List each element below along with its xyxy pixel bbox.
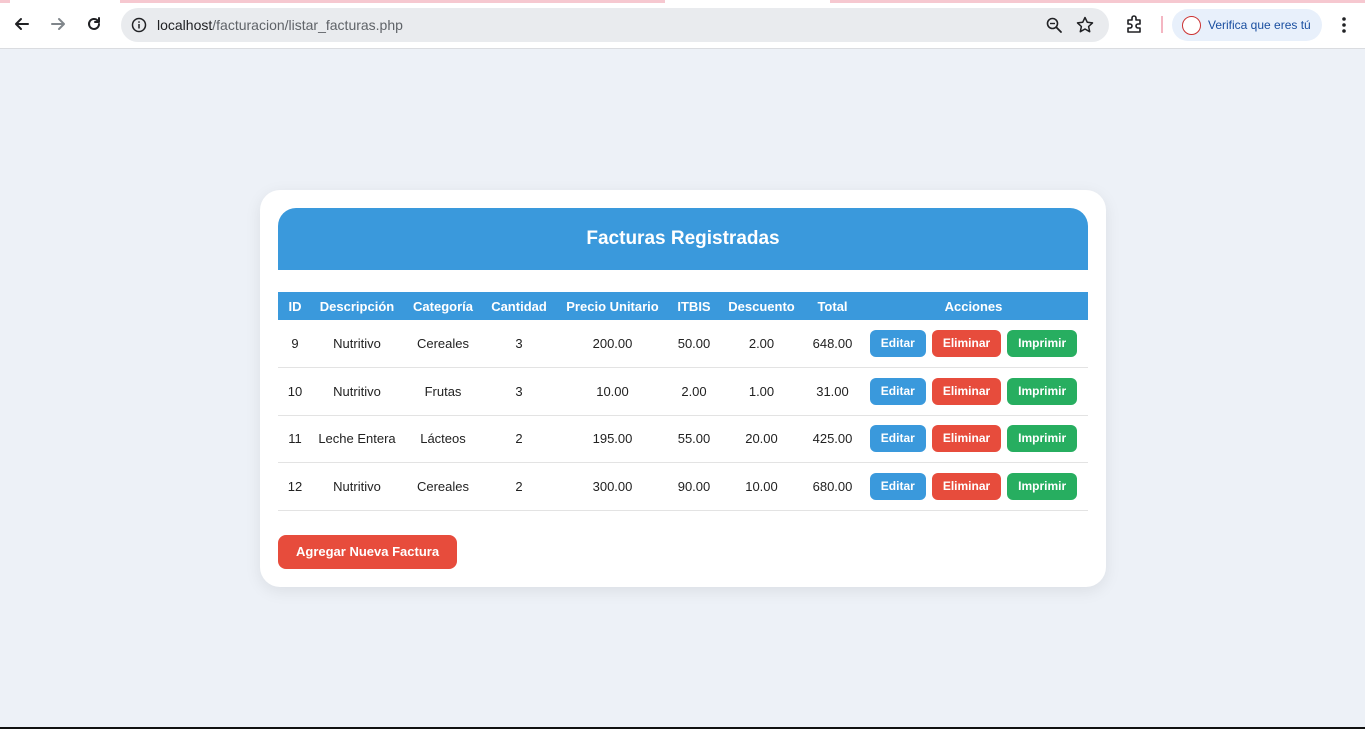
cell-id: 10 <box>287 383 303 399</box>
add-invoice-button[interactable]: Agregar Nueva Factura <box>278 535 458 569</box>
extensions-puzzle-icon[interactable] <box>1124 13 1146 35</box>
back-button[interactable] <box>10 12 34 36</box>
cell-categoria: Frutas <box>424 383 462 399</box>
cell-cantidad: 3 <box>515 383 523 399</box>
reload-button[interactable] <box>82 12 106 36</box>
cell-categoria: Cereales <box>416 336 470 351</box>
edit-button[interactable]: Editar <box>869 472 926 500</box>
cell-categoria: Cereales <box>416 478 470 494</box>
cell-descripcion: Nutritivo <box>333 336 381 351</box>
column-header-id: ID <box>288 298 302 314</box>
column-header-total: Total <box>817 298 848 314</box>
table-header-row: ID Descripción Categoría Cantidad Precio… <box>278 292 1088 320</box>
forward-button[interactable] <box>46 12 70 36</box>
reload-icon <box>88 17 100 30</box>
cell-descripcion: Leche Entera <box>318 431 396 447</box>
delete-button[interactable]: Eliminar <box>931 425 1002 453</box>
delete-button[interactable]: Eliminar <box>931 377 1002 405</box>
tab-strip-hint <box>830 0 1365 3</box>
cell-descripcion: Nutritivo <box>333 478 381 494</box>
browser-toolbar: localhost/facturacion/listar_facturas.ph… <box>0 0 1365 49</box>
cell-cantidad: 2 <box>515 478 523 494</box>
table-row: 10 Nutritivo Frutas 3 10.00 2.00 1.00 31… <box>278 368 1088 416</box>
cell-itbis: 90.00 <box>677 478 711 494</box>
column-header-precio-unitario: Precio Unitario <box>566 298 659 314</box>
profile-chip[interactable]: Verifica que eres tú <box>1172 9 1322 41</box>
profile-avatar-icon <box>1182 16 1201 35</box>
zoom-icon[interactable] <box>1045 16 1063 34</box>
cell-id: 11 <box>288 431 302 447</box>
address-bar[interactable]: localhost/facturacion/listar_facturas.ph… <box>121 8 1109 42</box>
cell-cantidad: 3 <box>515 336 523 351</box>
arrow-left-icon <box>15 18 29 30</box>
cell-precio-unitario: 300.00 <box>592 478 633 494</box>
cell-descuento: 20.00 <box>745 431 778 447</box>
column-header-itbis: ITBIS <box>677 298 711 314</box>
invoices-card: Facturas Registradas ID Descripción Cate… <box>260 190 1106 587</box>
url-path: /facturacion/listar_facturas.php <box>212 17 403 33</box>
cell-actions: Editar Eliminar Imprimir <box>859 415 1088 463</box>
card-header: Facturas Registradas <box>278 208 1088 270</box>
cell-actions: Editar Eliminar Imprimir <box>859 368 1088 416</box>
cell-itbis: 55.00 <box>677 431 711 447</box>
cell-id: 9 <box>291 336 299 351</box>
table-row: 9 Nutritivo Cereales 3 200.00 50.00 2.00… <box>278 320 1088 368</box>
bookmark-star-icon[interactable] <box>1075 15 1095 35</box>
url-text[interactable]: localhost/facturacion/listar_facturas.ph… <box>157 17 403 33</box>
edit-button[interactable]: Editar <box>869 330 926 357</box>
cell-total: 31.00 <box>816 383 849 399</box>
column-header-descuento: Descuento <box>728 298 795 314</box>
profile-label: Verifica que eres tú <box>1208 18 1311 32</box>
print-button[interactable]: Imprimir <box>1007 330 1078 357</box>
cell-itbis: 2.00 <box>681 383 707 399</box>
cell-id: 12 <box>287 478 303 494</box>
cell-descuento: 2.00 <box>748 336 775 351</box>
table-row: 12 Nutritivo Cereales 2 300.00 90.00 10.… <box>278 463 1088 511</box>
more-menu-icon[interactable] <box>1334 14 1354 36</box>
column-header-cantidad: Cantidad <box>491 298 547 314</box>
edit-button[interactable]: Editar <box>869 377 926 405</box>
cell-total: 680.00 <box>812 478 853 494</box>
print-button[interactable]: Imprimir <box>1007 472 1078 500</box>
delete-button[interactable]: Eliminar <box>931 330 1002 357</box>
cell-descuento: 10.00 <box>745 478 778 494</box>
tab-strip-hint <box>0 0 10 3</box>
column-header-categoria: Categoría <box>413 298 473 314</box>
print-button[interactable]: Imprimir <box>1007 377 1078 405</box>
arrow-right-icon <box>51 18 65 30</box>
url-host: localhost <box>157 17 213 33</box>
cell-descuento: 1.00 <box>748 383 775 399</box>
site-info-icon[interactable] <box>129 15 149 35</box>
cell-total: 648.00 <box>812 336 853 351</box>
print-button[interactable]: Imprimir <box>1007 425 1078 453</box>
toolbar-separator <box>1161 16 1163 33</box>
cell-descripcion: Nutritivo <box>333 383 381 399</box>
edit-button[interactable]: Editar <box>869 425 926 453</box>
tab-strip-hint <box>120 0 665 3</box>
cell-total: 425.00 <box>812 431 853 447</box>
cell-actions: Editar Eliminar Imprimir <box>859 320 1088 368</box>
cell-itbis: 50.00 <box>677 336 711 351</box>
table-row: 11 Leche Entera Lácteos 2 195.00 55.00 2… <box>278 415 1088 463</box>
column-header-acciones: Acciones <box>944 298 1003 314</box>
cell-precio-unitario: 10.00 <box>596 383 629 399</box>
cell-actions: Editar Eliminar Imprimir <box>859 463 1088 511</box>
cell-categoria: Lácteos <box>420 431 466 447</box>
invoices-table: ID Descripción Categoría Cantidad Precio… <box>278 292 1088 511</box>
cell-cantidad: 2 <box>515 431 523 447</box>
column-header-descripcion: Descripción <box>319 298 395 314</box>
delete-button[interactable]: Eliminar <box>931 472 1002 500</box>
cell-precio-unitario: 195.00 <box>592 431 633 447</box>
cell-precio-unitario: 200.00 <box>592 336 633 351</box>
page-title: Facturas Registradas <box>586 228 780 249</box>
